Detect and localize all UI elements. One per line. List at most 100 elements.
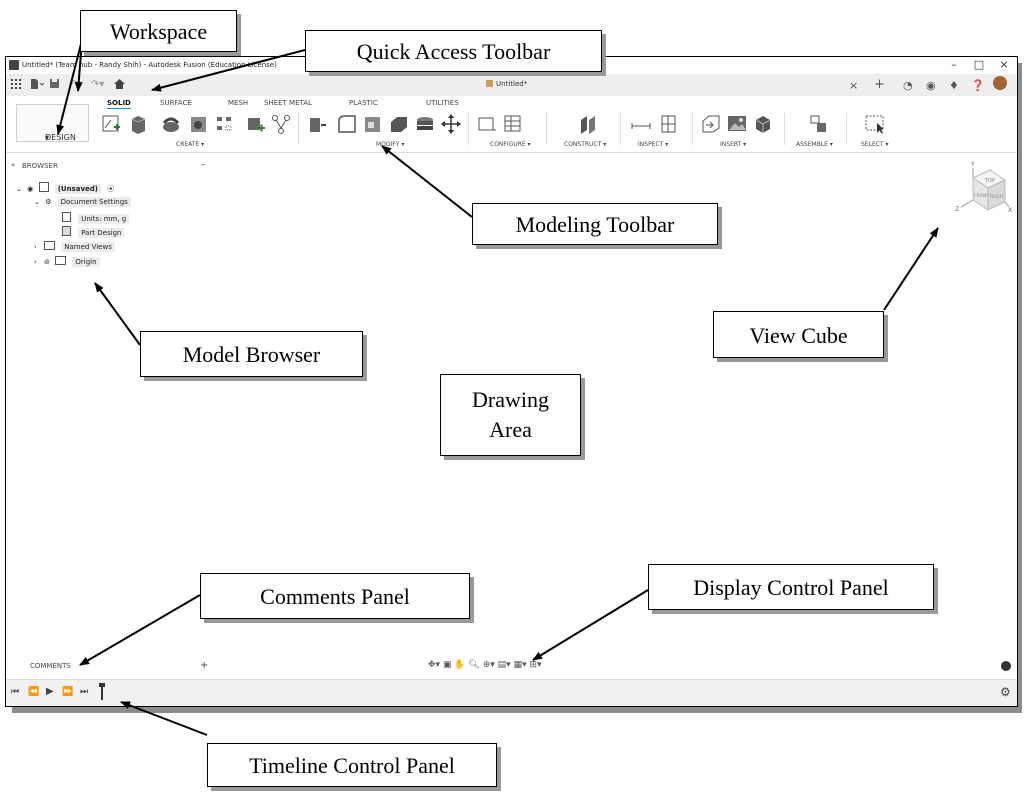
look-at-icon[interactable]: ▣ (443, 660, 452, 670)
double-chevron-icon[interactable]: « (11, 161, 15, 169)
play-icon[interactable]: ▶ (46, 686, 54, 697)
tree-item-label: Named Views (61, 242, 115, 252)
folder-icon (55, 256, 67, 265)
measure-icon[interactable] (630, 113, 652, 135)
press-pull-icon[interactable] (306, 113, 328, 135)
insert-group-label[interactable]: INSERT ▾ (720, 141, 746, 148)
create-group-label[interactable]: CREATE ▾ (176, 141, 204, 148)
go-to-end-icon[interactable]: ⏭ (80, 687, 88, 697)
joint-icon[interactable] (808, 113, 830, 135)
tree-document-settings[interactable]: ⌄ ⚙ Document Settings (34, 197, 131, 208)
zoom-icon[interactable]: 🔍︎ (468, 660, 479, 670)
shell-icon[interactable] (388, 113, 410, 135)
hole-icon[interactable] (188, 113, 210, 135)
add-comment-button[interactable]: + (200, 660, 208, 671)
tab-solid[interactable]: SOLID (107, 99, 131, 109)
section-analysis-icon[interactable] (658, 113, 680, 135)
data-panel-icon[interactable] (1001, 661, 1011, 671)
grid-snap-icon[interactable]: ▦▾ (514, 660, 527, 670)
decal-icon[interactable] (726, 113, 748, 135)
fork-icon[interactable] (270, 113, 292, 135)
chamfer-icon[interactable] (362, 113, 384, 135)
document-tab[interactable]: Untitled* (166, 74, 846, 96)
help-icon[interactable]: ❓ (971, 79, 985, 92)
fit-icon[interactable]: ⊕▾ (483, 660, 495, 670)
comments-bar: COMMENTS + ✥▾ ▣ ✋ 🔍︎ ⊕▾ ▤▾ ▦▾ ⊞▾ (6, 660, 1017, 675)
orbit-icon[interactable]: ✥▾ (428, 660, 440, 670)
insert-derive-icon[interactable] (700, 113, 722, 135)
new-component-icon[interactable] (244, 113, 266, 135)
chevron-right-icon[interactable]: › (34, 243, 37, 251)
browser-header[interactable]: « BROWSER – (6, 158, 211, 172)
extrude-icon[interactable] (128, 113, 150, 135)
component-icon (39, 182, 50, 192)
save-icon[interactable] (50, 79, 60, 92)
tree-named-views[interactable]: › Named Views (34, 241, 115, 252)
go-to-start-icon[interactable]: ⏮ (11, 687, 19, 697)
axis-z-label: Z (955, 206, 959, 213)
tab-plastic[interactable]: PLASTIC (349, 99, 378, 107)
notifications-icon[interactable]: ♦ (949, 79, 959, 92)
viewports-icon[interactable]: ⊞▾ (529, 660, 541, 670)
separator (784, 113, 785, 145)
offset-plane-icon[interactable] (578, 113, 600, 135)
configure-group-label[interactable]: CONFIGURE ▾ (490, 141, 531, 148)
job-status-icon[interactable]: ◉ (926, 79, 936, 92)
chevron-right-icon[interactable]: › (34, 258, 37, 266)
close-window-button[interactable]: × (994, 58, 1014, 71)
eye-hidden-icon[interactable]: ⊘ (44, 258, 50, 266)
comments-label[interactable]: COMMENTS (30, 662, 71, 670)
callout-view-cube: View Cube (713, 311, 884, 358)
file-icon[interactable] (30, 79, 45, 92)
eye-icon[interactable]: ◉ (27, 185, 33, 193)
activate-radio-icon[interactable]: ⦿ (107, 185, 114, 193)
redo-icon[interactable]: ↷▾ (91, 79, 104, 90)
create-sketch-icon[interactable] (101, 113, 123, 135)
timeline-settings-icon[interactable]: ⚙ (1000, 685, 1011, 699)
home-icon[interactable] (114, 79, 125, 92)
step-forward-icon[interactable]: ⏩ (62, 687, 73, 697)
revolve-icon[interactable] (160, 113, 182, 135)
undo-icon[interactable]: ↶▾ (69, 79, 82, 90)
workspace-button[interactable]: DESIGN ▾ (16, 104, 89, 142)
rectangular-pattern-icon[interactable] (214, 113, 236, 135)
tab-utilities[interactable]: UTILITIES (426, 99, 459, 107)
callout-workspace: Workspace (80, 10, 237, 52)
insert-mesh-icon[interactable] (752, 113, 774, 135)
inspect-group-label[interactable]: INSPECT ▾ (638, 141, 668, 148)
maximize-button[interactable]: □ (969, 58, 989, 71)
combine-icon[interactable] (414, 113, 436, 135)
chevron-down-icon[interactable]: ⌄ (34, 198, 40, 206)
assemble-group-label[interactable]: ASSEMBLE ▾ (796, 141, 833, 148)
extensions-icon[interactable]: ◔ (903, 79, 913, 92)
cube-right-label: RIGHT (990, 194, 1004, 200)
workspace-label: DESIGN (45, 133, 76, 142)
grid-icon[interactable] (11, 79, 21, 92)
tab-mesh[interactable]: MESH (228, 99, 248, 107)
tab-surface[interactable]: SURFACE (160, 99, 192, 107)
chevron-down-icon[interactable]: ⌄ (16, 185, 22, 193)
display-settings-icon[interactable]: ▤▾ (498, 660, 511, 670)
avatar[interactable] (993, 76, 1007, 90)
select-icon[interactable] (864, 113, 886, 135)
minimize-button[interactable]: – (944, 58, 964, 71)
new-tab-button[interactable]: + (874, 77, 885, 92)
close-tab-button[interactable]: × (849, 79, 858, 92)
tree-part-design[interactable]: Part Design (62, 226, 125, 238)
browser-collapse-button[interactable]: – (201, 160, 206, 170)
tree-root[interactable]: ⌄ ◉ (Unsaved) ⦿ (16, 182, 114, 194)
configuration-table-icon[interactable] (502, 113, 524, 135)
fillet-icon[interactable] (336, 113, 358, 135)
modify-group-label[interactable]: MODIFY ▾ (376, 141, 404, 148)
construct-group-label[interactable]: CONSTRUCT ▾ (564, 141, 606, 148)
cube-front-label: FRONT (974, 193, 990, 199)
select-group-label[interactable]: SELECT ▾ (861, 141, 889, 148)
configure-icon[interactable] (476, 113, 498, 135)
step-back-icon[interactable]: ⏪ (28, 687, 39, 697)
pan-icon[interactable]: ✋ (454, 660, 465, 670)
view-cube[interactable]: Y TOP FRONT RIGHT Z X (944, 157, 1014, 227)
tree-origin[interactable]: › ⊘ Origin (34, 256, 100, 267)
tree-units[interactable]: Units: mm, g (62, 212, 130, 224)
move-icon[interactable] (440, 113, 462, 135)
tab-sheet-metal[interactable]: SHEET METAL (264, 99, 312, 107)
